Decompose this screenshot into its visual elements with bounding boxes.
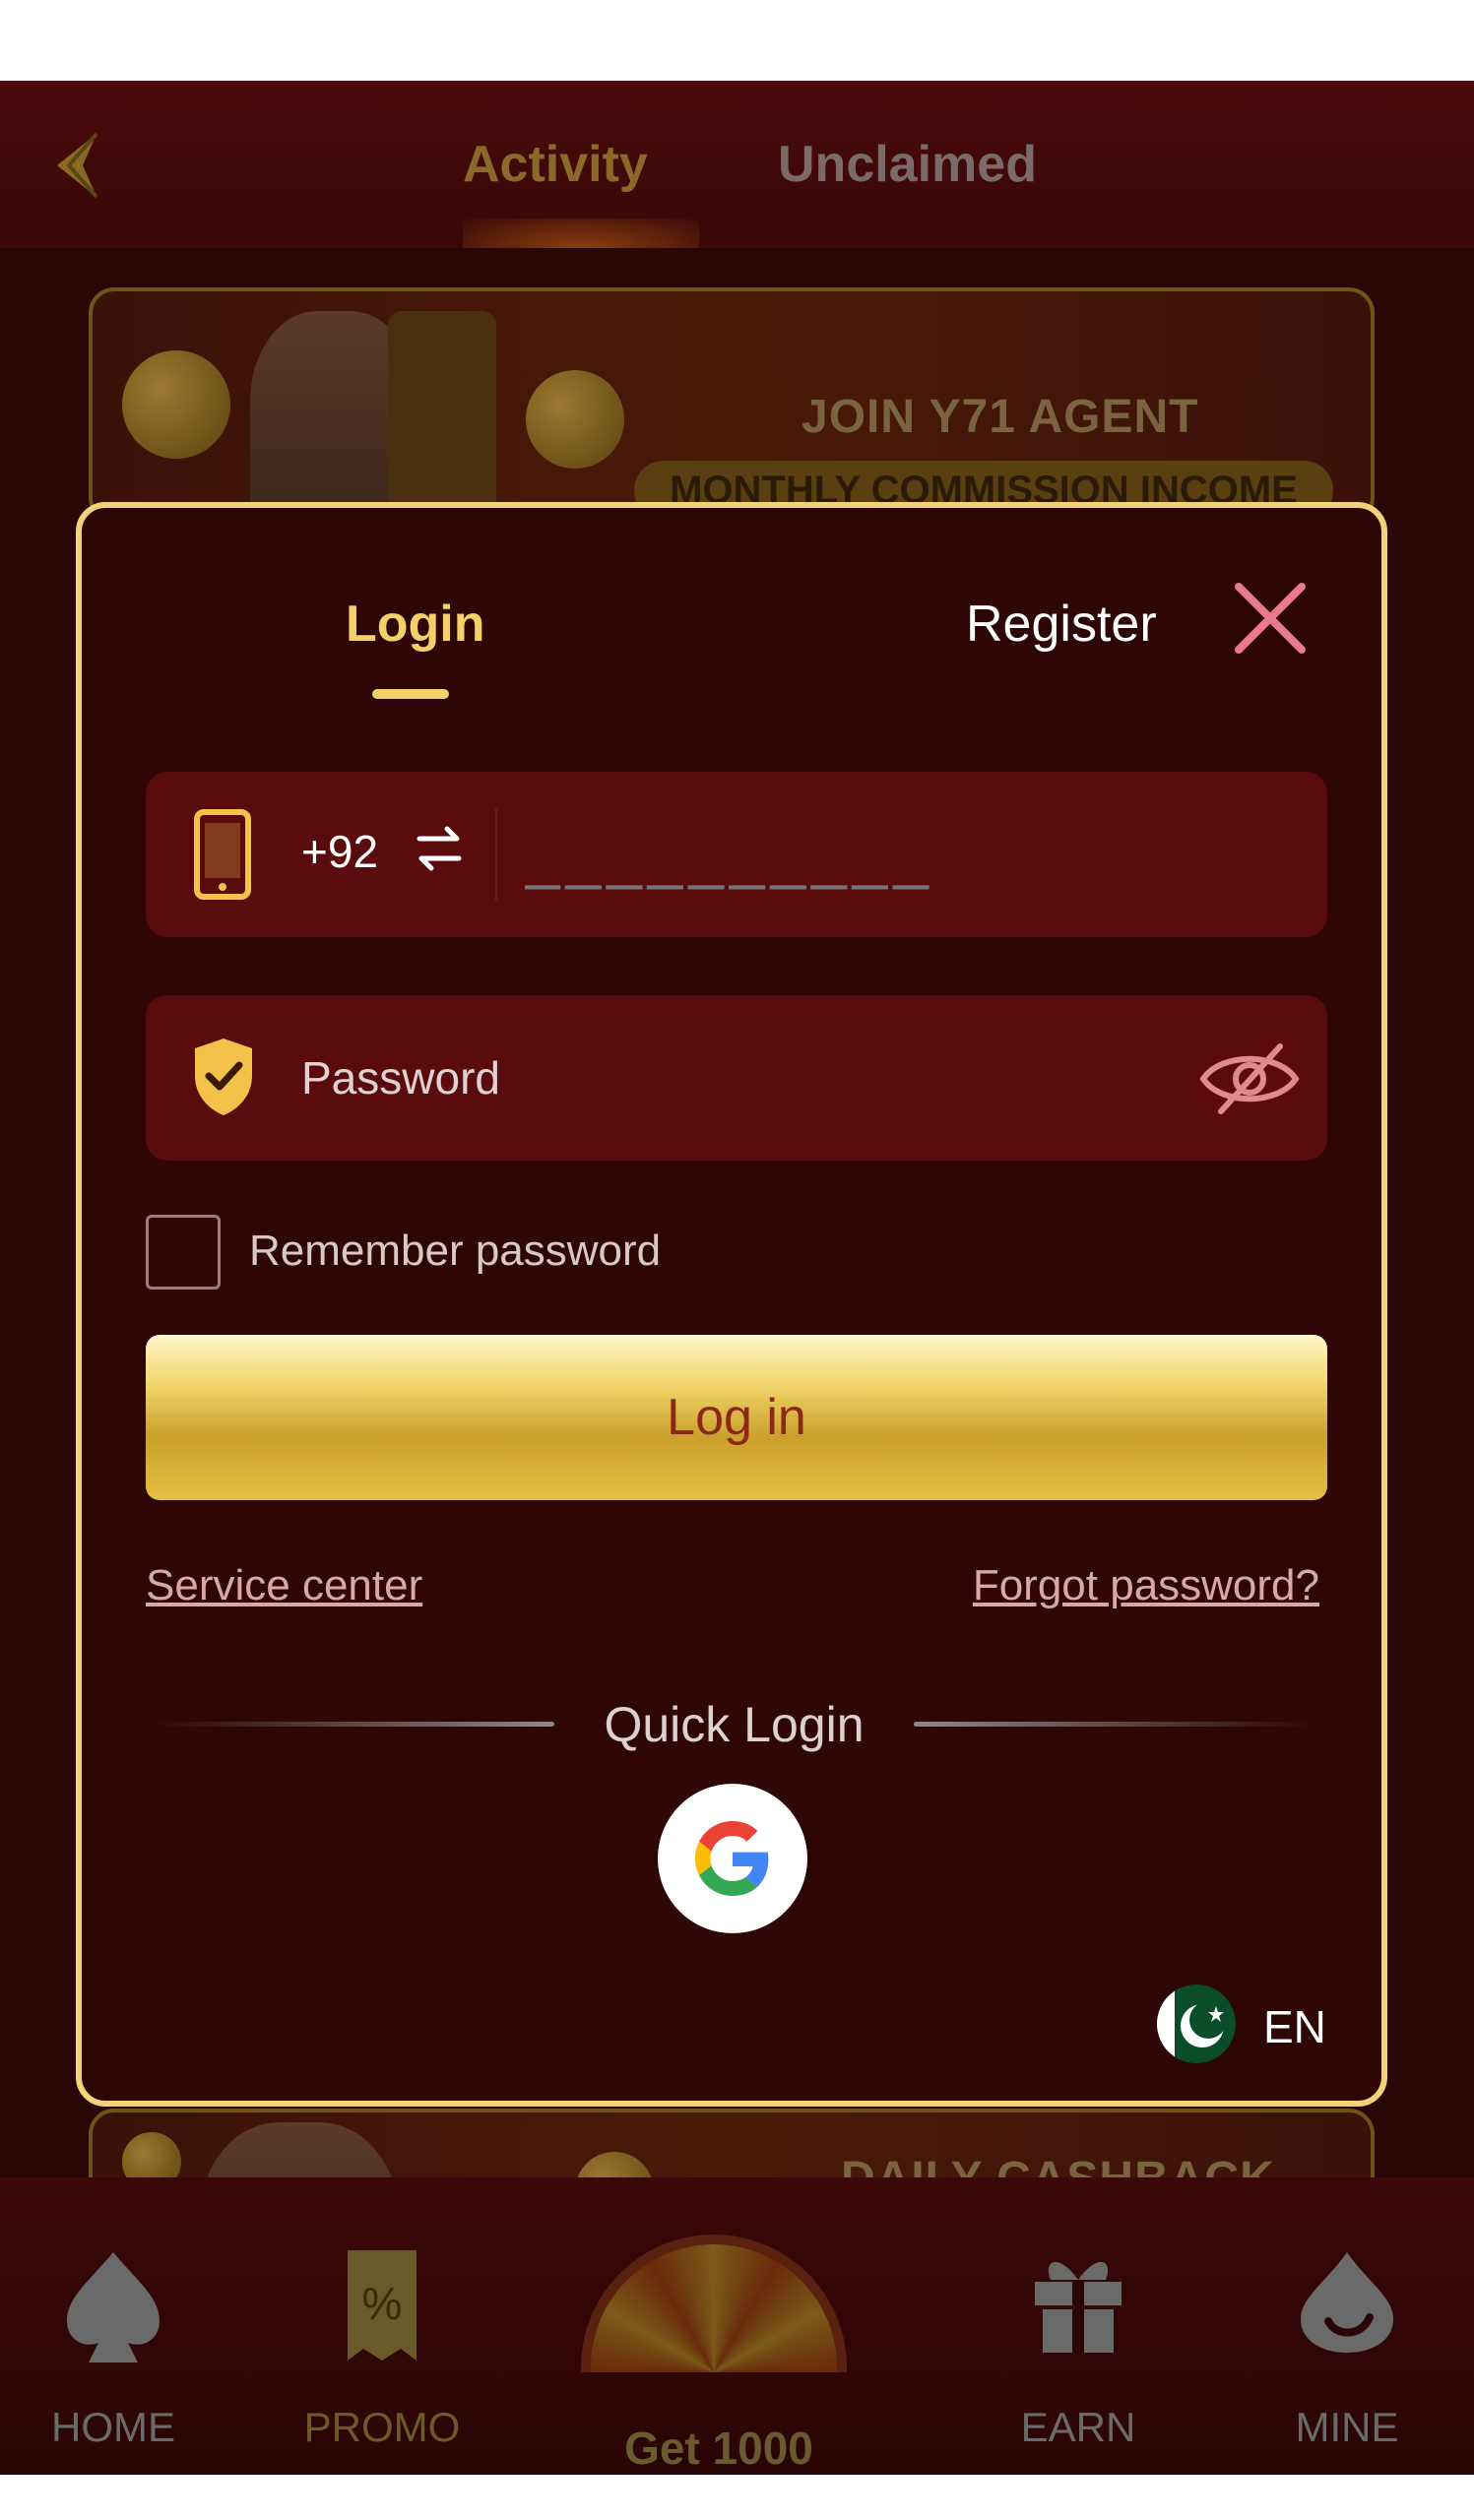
google-icon	[695, 1821, 769, 1896]
google-login-button[interactable]	[658, 1784, 807, 1933]
active-tab-glow	[463, 219, 699, 248]
nav-promo[interactable]: % PROMO	[284, 2177, 481, 2475]
country-code[interactable]: +92	[301, 825, 378, 878]
nav-mine[interactable]: MINE	[1249, 2177, 1445, 2475]
home-spade-icon	[67, 2252, 160, 2362]
nav-promo-label: PROMO	[303, 2404, 461, 2450]
language-selector[interactable]: EN	[1157, 1984, 1334, 2063]
phone-image	[388, 311, 496, 518]
tab-login[interactable]: Login	[346, 595, 485, 654]
agent-banner[interactable]: JOIN Y71 AGENT MONTHLY COMMISSION INCOME	[89, 287, 1375, 524]
field-divider	[495, 809, 497, 900]
tab-activity[interactable]: Activity	[463, 135, 648, 194]
forgot-password-link[interactable]: Forgot password?	[973, 1561, 1319, 1610]
nav-home[interactable]: HOME	[15, 2177, 212, 2475]
remember-checkbox[interactable]	[146, 1215, 221, 1290]
gift-icon	[1035, 2261, 1122, 2353]
login-modal: Login Register +92 Remember password L	[76, 502, 1387, 2107]
promo-ticket-icon: %	[348, 2250, 417, 2361]
password-field[interactable]	[146, 995, 1327, 1161]
phone-icon	[194, 809, 251, 900]
nav-home-label: HOME	[51, 2404, 175, 2450]
pakistan-flag-icon	[1157, 1984, 1236, 2063]
nav-mine-label: MINE	[1295, 2404, 1399, 2450]
service-center-link[interactable]: Service center	[146, 1561, 422, 1610]
shield-check-icon	[195, 1039, 252, 1115]
coin-image	[526, 370, 624, 469]
divider-line	[156, 1722, 554, 1727]
nav-earn-label: EARN	[1020, 2404, 1136, 2450]
tab-unclaimed[interactable]: Unclaimed	[778, 135, 1037, 194]
swap-arrows-icon[interactable]	[414, 823, 465, 874]
close-icon[interactable]	[1229, 577, 1312, 660]
quick-login-label: Quick Login	[604, 1697, 865, 1752]
nav-earn[interactable]: EARN	[980, 2177, 1177, 2475]
mine-drop-icon	[1301, 2252, 1393, 2353]
svg-text:%: %	[362, 2278, 403, 2329]
tab-register[interactable]: Register	[966, 595, 1157, 654]
password-input[interactable]	[301, 1039, 1089, 1117]
phone-input[interactable]	[525, 811, 1273, 900]
active-tab-indicator	[372, 689, 449, 699]
remember-label[interactable]: Remember password	[249, 1227, 661, 1276]
top-bar: Activity Unclaimed	[0, 81, 1474, 248]
language-label: EN	[1263, 2001, 1326, 2052]
coin-image	[122, 350, 230, 459]
back-icon[interactable]	[39, 126, 118, 205]
phone-field[interactable]: +92	[146, 772, 1327, 937]
banner-title: JOIN Y71 AGENT	[801, 391, 1199, 443]
get-bonus-label[interactable]: Get 1000	[551, 2422, 886, 2475]
login-button[interactable]: Log in	[146, 1335, 1327, 1500]
eye-hidden-icon[interactable]	[1199, 1037, 1300, 1121]
divider-line	[914, 1722, 1313, 1727]
